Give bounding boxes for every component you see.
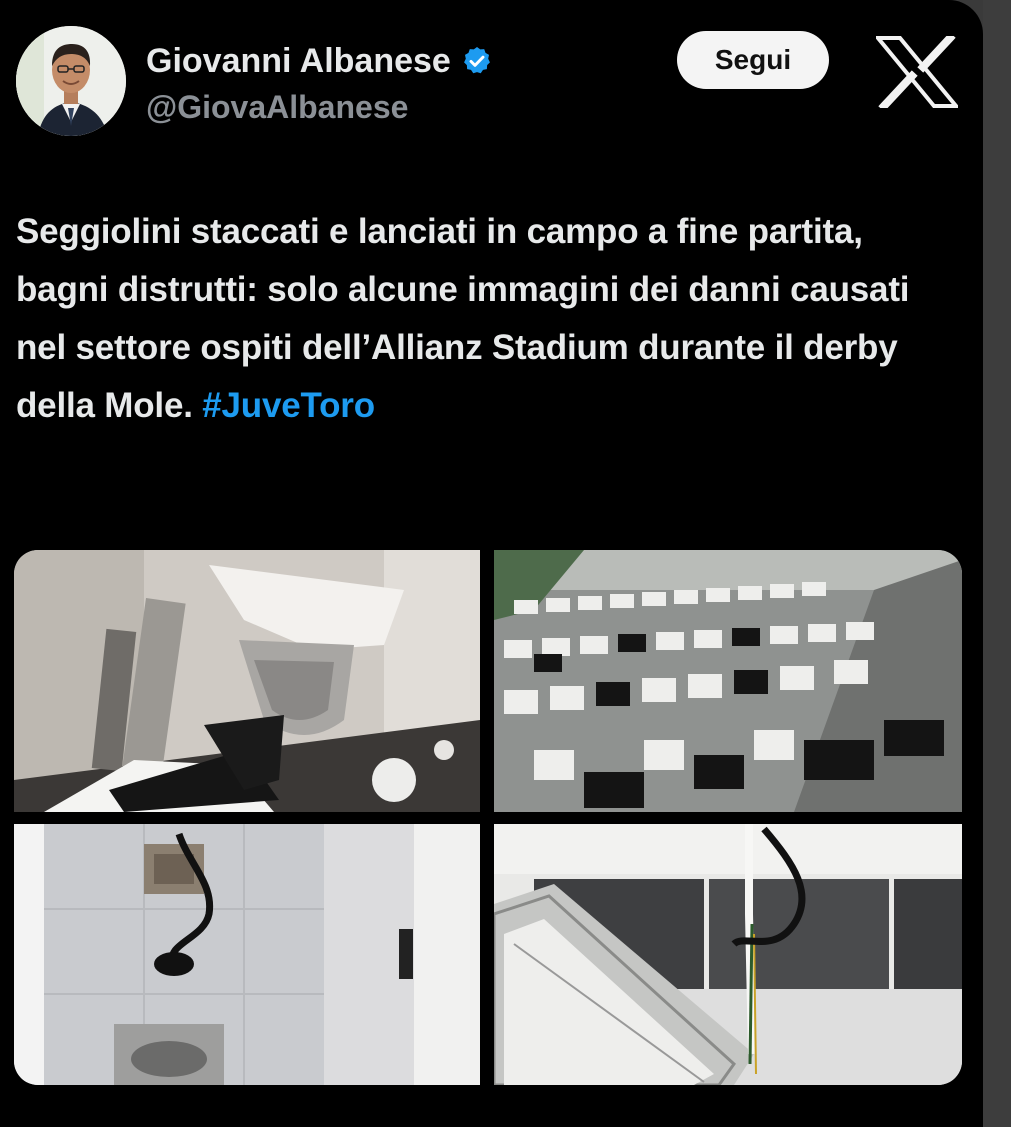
photo-bathroom-wall[interactable] xyxy=(14,824,480,1085)
photo-ceiling-light[interactable] xyxy=(494,824,962,1085)
author-name[interactable]: Giovanni Albanese xyxy=(146,42,451,80)
stadium-seats-image xyxy=(494,550,962,812)
verified-badge-icon xyxy=(463,47,490,74)
author-name-row: Giovanni Albanese xyxy=(146,42,493,80)
hashtag-link[interactable]: #JuveToro xyxy=(202,386,375,425)
tweet-text: Seggiolini staccati e lanciati in campo … xyxy=(16,203,956,435)
avatar-image xyxy=(16,26,126,136)
avatar[interactable] xyxy=(16,26,126,136)
photo-broken-toilet[interactable] xyxy=(14,550,480,812)
page-edge xyxy=(983,0,1011,1127)
author-handle[interactable]: @GiovaAlbanese xyxy=(146,88,408,126)
photo-stadium-seats[interactable] xyxy=(494,550,962,812)
broken-toilet-image xyxy=(14,550,480,812)
ceiling-light-image xyxy=(494,824,962,1085)
tweet-card: Giovanni Albanese @GiovaAlbanese Segui S… xyxy=(0,0,983,1127)
tweet-body: Seggiolini staccati e lanciati in campo … xyxy=(16,212,910,425)
follow-button[interactable]: Segui xyxy=(677,31,829,89)
bathroom-wall-image xyxy=(14,824,480,1085)
x-logo-icon[interactable] xyxy=(876,36,958,108)
media-grid xyxy=(14,550,962,1085)
